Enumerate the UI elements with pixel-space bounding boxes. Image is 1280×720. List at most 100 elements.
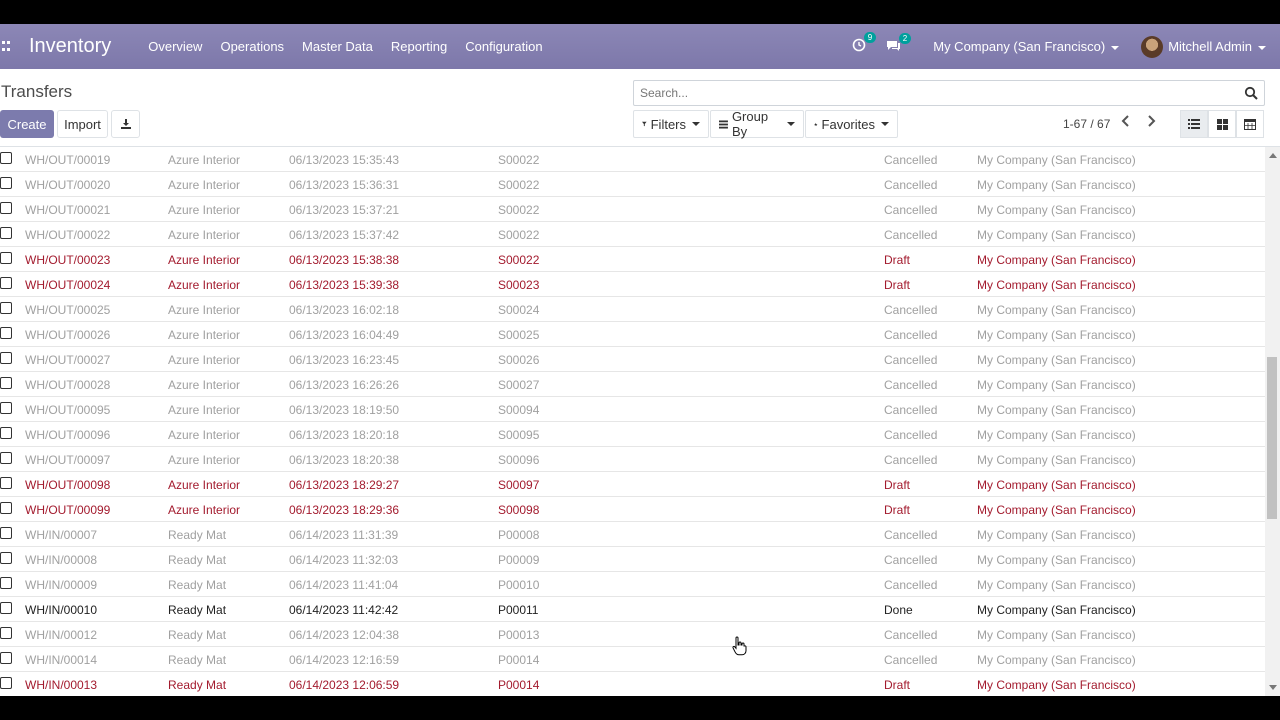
- table-row[interactable]: WH/OUT/00025 Azure Interior 06/13/2023 16:…: [0, 297, 1265, 322]
- activity-badge: 9: [863, 32, 877, 43]
- row-checkbox[interactable]: [0, 502, 12, 514]
- status-cell: Cancelled: [884, 178, 938, 192]
- menu-master-data[interactable]: Master Data: [302, 39, 373, 54]
- table-row[interactable]: WH/IN/00012 Ready Mat 06/14/2023 12:04:38 P…: [0, 622, 1265, 647]
- app-brand[interactable]: Inventory: [29, 35, 111, 58]
- contact-cell: Azure Interior: [168, 153, 241, 167]
- row-checkbox[interactable]: [0, 302, 12, 314]
- company-cell: My Company (San Francisco): [977, 203, 1136, 217]
- reference-cell: WH/OUT/00020: [25, 178, 111, 192]
- table-row[interactable]: WH/OUT/00098 Azure Interior 06/13/2023 18:…: [0, 472, 1265, 497]
- table-row[interactable]: WH/OUT/00095 Azure Interior 06/13/2023 18:…: [0, 397, 1265, 422]
- menu-configuration[interactable]: Configuration: [465, 39, 542, 54]
- row-checkbox[interactable]: [0, 627, 12, 639]
- table-row[interactable]: WH/OUT/00099 Azure Interior 06/13/2023 18:…: [0, 497, 1265, 522]
- search-input[interactable]: [634, 86, 1234, 100]
- scheduled-date-cell: 06/14/2023 11:32:03: [289, 553, 399, 567]
- table-row[interactable]: WH/OUT/00024 Azure Interior 06/13/2023 15:…: [0, 272, 1265, 297]
- row-checkbox[interactable]: [0, 152, 12, 164]
- table-row[interactable]: WH/OUT/00023 Azure Interior 06/13/2023 15:…: [0, 247, 1265, 272]
- search-icon[interactable]: [1244, 86, 1258, 100]
- table-row[interactable]: WH/OUT/00022 Azure Interior 06/13/2023 15:…: [0, 222, 1265, 247]
- scroll-up-icon[interactable]: [1269, 153, 1277, 158]
- scroll-thumb[interactable]: [1267, 357, 1277, 519]
- table-row[interactable]: WH/IN/00013 Ready Mat 06/14/2023 12:06:59 P…: [0, 672, 1265, 696]
- menu-reporting[interactable]: Reporting: [391, 39, 447, 54]
- table-row[interactable]: WH/IN/00009 Ready Mat 06/14/2023 11:41:04 P…: [0, 572, 1265, 597]
- table-row[interactable]: WH/IN/00014 Ready Mat 06/14/2023 12:16:59 P…: [0, 647, 1265, 672]
- reference-cell: WH/OUT/00021: [25, 203, 111, 217]
- source-document-cell: S00022: [498, 153, 540, 167]
- avatar[interactable]: [1141, 35, 1164, 58]
- row-checkbox[interactable]: [0, 402, 12, 414]
- table-row[interactable]: WH/IN/00010 Ready Mat 06/14/2023 11:42:42 P…: [0, 597, 1265, 622]
- row-checkbox[interactable]: [0, 677, 12, 689]
- status-cell: Cancelled: [884, 203, 938, 217]
- favorites-button[interactable]: Favorites: [805, 110, 898, 138]
- row-checkbox[interactable]: [0, 477, 12, 489]
- table-row[interactable]: WH/OUT/00096 Azure Interior 06/13/2023 18:…: [0, 422, 1265, 447]
- table-row[interactable]: WH/OUT/00026 Azure Interior 06/13/2023 16:…: [0, 322, 1265, 347]
- row-checkbox[interactable]: [0, 602, 12, 614]
- row-checkbox[interactable]: [0, 352, 12, 364]
- activity-icon[interactable]: 9: [852, 32, 877, 55]
- user-menu[interactable]: Mitchell Admin: [1168, 39, 1266, 54]
- row-checkbox[interactable]: [0, 202, 12, 214]
- create-button[interactable]: Create: [0, 110, 54, 138]
- filters-button[interactable]: Filters: [633, 110, 709, 138]
- row-checkbox[interactable]: [0, 327, 12, 339]
- vertical-scrollbar[interactable]: [1265, 147, 1280, 696]
- table-row[interactable]: WH/OUT/00019 Azure Interior 06/13/2023 15:…: [0, 147, 1265, 172]
- row-checkbox[interactable]: [0, 552, 12, 564]
- row-checkbox[interactable]: [0, 277, 12, 289]
- star-icon: [814, 122, 818, 126]
- messages-icon[interactable]: 2: [886, 32, 912, 55]
- table-row[interactable]: WH/OUT/00027 Azure Interior 06/13/2023 16:…: [0, 347, 1265, 372]
- table-row[interactable]: WH/OUT/00028 Azure Interior 06/13/2023 16:…: [0, 372, 1265, 397]
- row-checkbox[interactable]: [0, 452, 12, 464]
- company-cell: My Company (San Francisco): [977, 303, 1136, 317]
- row-checkbox[interactable]: [0, 577, 12, 589]
- reference-cell: WH/IN/00010: [25, 603, 98, 617]
- group-by-button[interactable]: Group By: [710, 109, 804, 139]
- source-document-cell: S00097: [498, 478, 540, 492]
- contact-cell: Azure Interior: [168, 353, 241, 367]
- reference-cell: WH/IN/00008: [25, 553, 98, 567]
- list-view-button[interactable]: [1180, 110, 1208, 138]
- kanban-view-button[interactable]: [1208, 110, 1236, 138]
- menu-overview[interactable]: Overview: [148, 39, 202, 54]
- row-checkbox[interactable]: [0, 527, 12, 539]
- favorites-label: Favorites: [821, 116, 875, 132]
- list-view-icon: [1188, 119, 1200, 129]
- scheduled-date-cell: 06/13/2023 18:20:38: [289, 453, 400, 467]
- table-row[interactable]: WH/OUT/00097 Azure Interior 06/13/2023 18:…: [0, 447, 1265, 472]
- scroll-down-icon[interactable]: [1269, 685, 1277, 690]
- row-checkbox[interactable]: [0, 227, 12, 239]
- pager-value[interactable]: 1-67 / 67: [1063, 117, 1110, 131]
- download-button[interactable]: [111, 110, 140, 138]
- source-document-cell: S00095: [498, 428, 540, 442]
- row-checkbox[interactable]: [0, 652, 12, 664]
- pager-previous-icon[interactable]: [1121, 114, 1131, 130]
- table-row[interactable]: WH/OUT/00021 Azure Interior 06/13/2023 15:…: [0, 197, 1265, 222]
- table-row[interactable]: WH/IN/00008 Ready Mat 06/14/2023 11:32:03 P…: [0, 547, 1265, 572]
- apps-menu-icon[interactable]: [2, 40, 12, 53]
- row-checkbox[interactable]: [0, 177, 12, 189]
- source-document-cell: P00010: [498, 578, 540, 592]
- contact-cell: Ready Mat: [168, 628, 227, 642]
- import-button[interactable]: Import: [57, 110, 108, 138]
- scheduled-date-cell: 06/13/2023 15:37:42: [289, 228, 400, 242]
- table-row[interactable]: WH/OUT/00020 Azure Interior 06/13/2023 15:…: [0, 172, 1265, 197]
- row-checkbox[interactable]: [0, 377, 12, 389]
- chevron-down-icon: [787, 122, 795, 126]
- row-checkbox[interactable]: [0, 252, 12, 264]
- source-document-cell: S00022: [498, 253, 540, 267]
- company-switcher[interactable]: My Company (San Francisco): [933, 39, 1120, 54]
- calendar-view-button[interactable]: [1236, 110, 1264, 138]
- menu-operations[interactable]: Operations: [220, 39, 284, 54]
- pager-next-icon[interactable]: [1146, 114, 1156, 130]
- group-by-label: Group By: [731, 109, 769, 139]
- row-checkbox[interactable]: [0, 427, 12, 439]
- table-row[interactable]: WH/IN/00007 Ready Mat 06/14/2023 11:31:39 P…: [0, 522, 1265, 547]
- scheduled-date-cell: 06/13/2023 15:39:38: [289, 278, 400, 292]
